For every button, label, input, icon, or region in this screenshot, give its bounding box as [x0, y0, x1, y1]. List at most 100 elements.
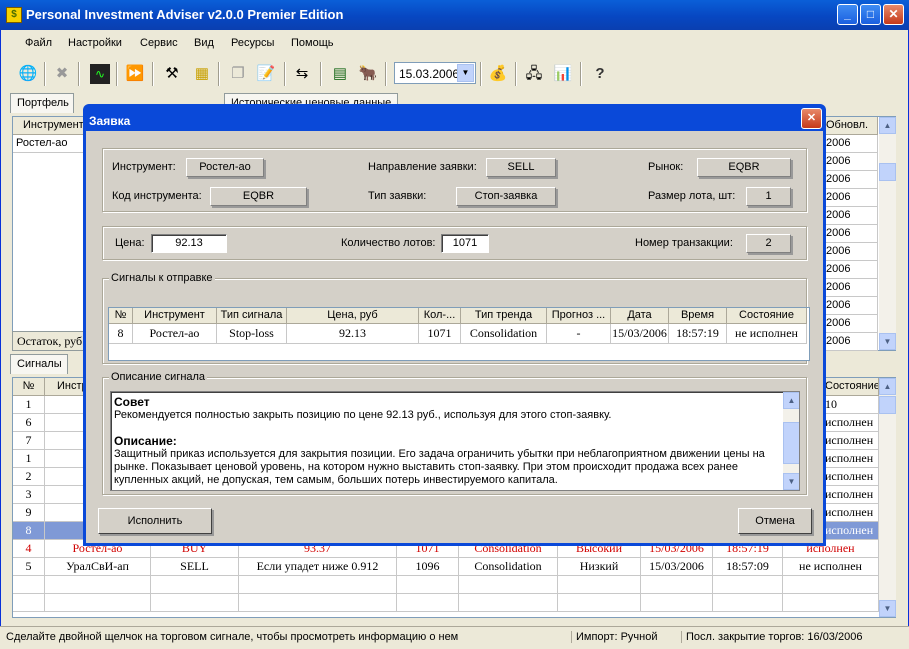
- tab-signals[interactable]: Сигналы: [10, 354, 68, 374]
- menu-service[interactable]: Сервис: [140, 37, 178, 49]
- send-cell[interactable]: Stop-loss: [217, 324, 287, 344]
- send-col-header[interactable]: Цена, руб: [287, 308, 419, 324]
- copy-icon[interactable]: ❐: [228, 64, 248, 84]
- portfolio-row-date[interactable]: 2006: [818, 297, 878, 315]
- col-header-updated[interactable]: Обновл.: [818, 117, 878, 135]
- row-no[interactable]: 2: [13, 468, 45, 486]
- send-col-header[interactable]: Время: [669, 308, 727, 324]
- row-no[interactable]: 4: [13, 540, 45, 558]
- send-col-header[interactable]: Прогноз ...: [547, 308, 611, 324]
- row-no[interactable]: 9: [13, 504, 45, 522]
- cancel-button[interactable]: Отмена: [738, 508, 812, 534]
- row-no[interactable]: 1: [13, 450, 45, 468]
- dialog-close-button[interactable]: ✕: [801, 108, 822, 129]
- menu-resources[interactable]: Ресурсы: [231, 37, 274, 49]
- send-col-header[interactable]: Состояние: [727, 308, 807, 324]
- row-no[interactable]: 8: [13, 522, 45, 540]
- send-cell[interactable]: Ростел-ао: [133, 324, 217, 344]
- portfolio-row-date[interactable]: 2006: [818, 207, 878, 225]
- send-col-header[interactable]: Дата: [611, 308, 669, 324]
- portfolio-row-date[interactable]: 2006: [818, 225, 878, 243]
- row-instr[interactable]: УралСвИ-ап: [45, 558, 151, 576]
- globe-icon[interactable]: 🌐: [18, 64, 38, 84]
- fast-forward-icon[interactable]: ⏩: [125, 64, 145, 84]
- menu-settings[interactable]: Настройки: [68, 37, 122, 49]
- portfolio-row-date[interactable]: 2006: [818, 315, 878, 333]
- row-qty[interactable]: 1096: [397, 558, 459, 576]
- send-col-header[interactable]: Тип сигнала: [217, 308, 287, 324]
- row-no[interactable]: 6: [13, 414, 45, 432]
- date-combo[interactable]: 15.03.2006 ▼: [394, 62, 476, 84]
- row-price[interactable]: Если упадет ниже 0.912: [239, 558, 397, 576]
- send-col-header[interactable]: Инструмент: [133, 308, 217, 324]
- help-icon[interactable]: ?: [590, 64, 610, 84]
- portfolio-row-date[interactable]: 2006: [818, 171, 878, 189]
- send-cell[interactable]: Consolidation: [461, 324, 547, 344]
- row-type[interactable]: SELL: [151, 558, 239, 576]
- chevron-down-icon[interactable]: ▼: [457, 64, 474, 82]
- col-header-no[interactable]: №: [13, 378, 45, 396]
- delete-icon[interactable]: ✖: [52, 64, 72, 84]
- report-icon[interactable]: 📊: [553, 64, 573, 84]
- notes-icon[interactable]: 📝: [256, 64, 276, 84]
- lot-label: Размер лота, шт:: [648, 190, 736, 202]
- signals-scrollbar[interactable]: ▲ ▼: [879, 378, 896, 617]
- order-info-panel: Инструмент: Ростел-ао Направление заявки…: [102, 148, 807, 212]
- row-date[interactable]: 15/03/2006: [641, 558, 713, 576]
- qty-input[interactable]: 1071: [441, 234, 489, 253]
- price-input[interactable]: 92.13: [151, 234, 227, 253]
- portfolio-row-instrument[interactable]: Ростел-ао: [13, 135, 89, 153]
- row-no[interactable]: 7: [13, 432, 45, 450]
- col-header-instrument[interactable]: Инструмент: [13, 117, 89, 135]
- row-no[interactable]: 3: [13, 486, 45, 504]
- lot-value: 1: [746, 187, 791, 206]
- row-trend[interactable]: Consolidation: [459, 558, 558, 576]
- memo-scrollbar[interactable]: ▲ ▼: [783, 392, 799, 490]
- order-type-value: Стоп-заявка: [456, 187, 556, 206]
- tab-portfolio[interactable]: Портфель: [10, 93, 74, 113]
- menu-file[interactable]: Файл: [25, 37, 52, 49]
- send-cell[interactable]: 18:57:19: [669, 324, 727, 344]
- portfolio-scrollbar[interactable]: ▲ ▼: [879, 117, 896, 350]
- portfolio-row-date[interactable]: 2006: [818, 189, 878, 207]
- send-cell[interactable]: -: [547, 324, 611, 344]
- send-grid: № 8 Инструмент Ростел-ао Тип сигнала Stop-los…: [108, 307, 810, 361]
- bull-bear-icon[interactable]: 🐂: [358, 64, 378, 84]
- row-time[interactable]: 18:57:09: [713, 558, 783, 576]
- calculator-icon[interactable]: ▦: [192, 64, 212, 84]
- network-icon[interactable]: 🖧: [524, 64, 544, 84]
- execute-button[interactable]: Исполнить: [98, 508, 212, 534]
- menu-help[interactable]: Помощь: [291, 37, 334, 49]
- portfolio-row-date[interactable]: 2006: [818, 135, 878, 153]
- row-state[interactable]: не исполнен: [783, 558, 879, 576]
- menu-view[interactable]: Вид: [194, 37, 214, 49]
- transfer-icon[interactable]: ⇆: [292, 64, 312, 84]
- row-no[interactable]: 1: [13, 396, 45, 414]
- row-no[interactable]: 5: [13, 558, 45, 576]
- send-cell[interactable]: 15/03/2006: [611, 324, 669, 344]
- instrument-label: Инструмент:: [112, 161, 176, 173]
- tools-icon[interactable]: ⚒: [162, 64, 182, 84]
- description-title: Описание:: [114, 434, 177, 448]
- description-memo[interactable]: Совет Рекомендуется полностью закрыть по…: [110, 391, 800, 491]
- coins-icon[interactable]: 💰: [488, 64, 508, 84]
- portfolio-row-date[interactable]: 2006: [818, 243, 878, 261]
- portfolio-row-date[interactable]: 2006: [818, 153, 878, 171]
- maximize-button[interactable]: □: [860, 4, 881, 25]
- send-col-header[interactable]: Кол-...: [419, 308, 461, 324]
- chart-icon[interactable]: ∿: [90, 64, 110, 84]
- close-button[interactable]: ✕: [883, 4, 904, 25]
- title-bar[interactable]: $ Personal Investment Adviser v2.0.0 Pre…: [0, 0, 909, 30]
- send-cell[interactable]: 1071: [419, 324, 461, 344]
- portfolio-row-date[interactable]: 2006: [818, 333, 878, 351]
- send-col-header[interactable]: №: [109, 308, 133, 324]
- send-cell[interactable]: не исполнен: [727, 324, 807, 344]
- send-col-header[interactable]: Тип тренда: [461, 308, 547, 324]
- send-cell[interactable]: 8: [109, 324, 133, 344]
- row-forecast[interactable]: Низкий: [558, 558, 641, 576]
- minimize-button[interactable]: _: [837, 4, 858, 25]
- send-cell[interactable]: 92.13: [287, 324, 419, 344]
- spreadsheet-icon[interactable]: ▤: [330, 64, 350, 84]
- portfolio-row-date[interactable]: 2006: [818, 261, 878, 279]
- portfolio-row-date[interactable]: 2006: [818, 279, 878, 297]
